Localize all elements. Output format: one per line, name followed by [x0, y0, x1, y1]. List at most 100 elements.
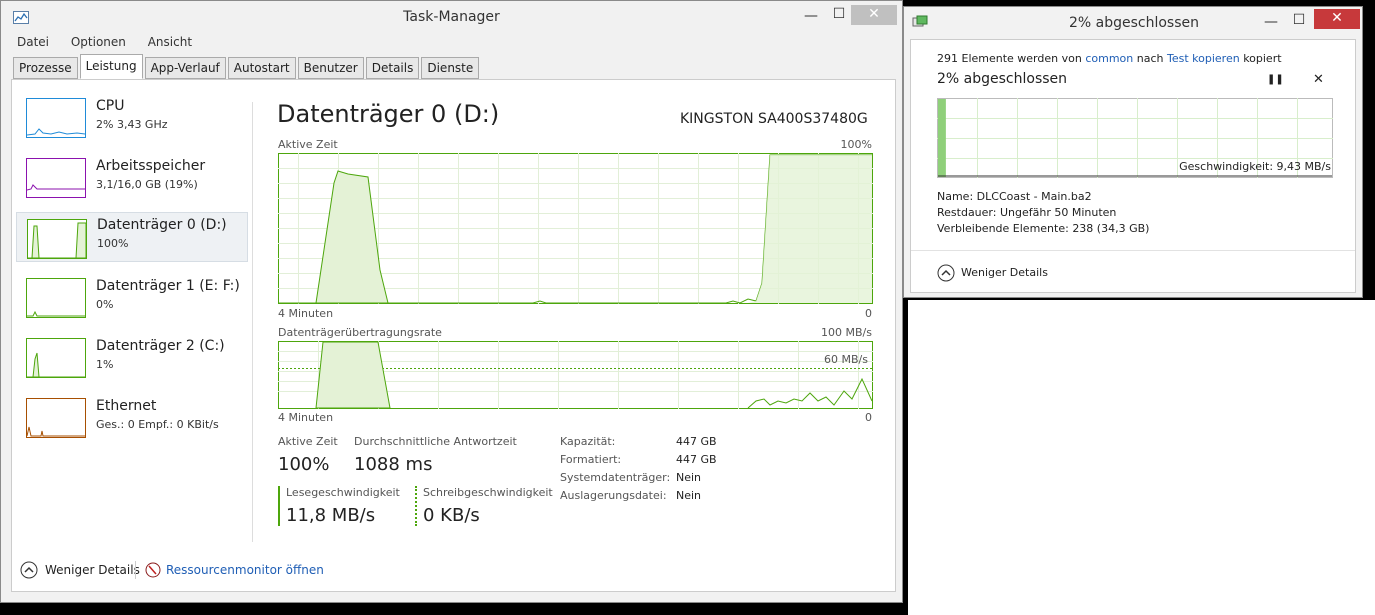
copy-desc-text: 291 Elemente werden von — [937, 52, 1082, 65]
window-title: Task-Manager — [403, 9, 500, 25]
chart1-time-right: 0 — [865, 307, 872, 320]
source-folder-link[interactable]: common — [1085, 52, 1133, 65]
chevron-up-icon[interactable] — [937, 264, 955, 282]
chart2-time-left: 4 Minuten — [278, 411, 334, 424]
file-name-label: Name: — [937, 190, 974, 203]
copy-progress-window: 2% abgeschlossen — ☐ ✕ 291 Elemente werd… — [903, 6, 1363, 298]
pause-button[interactable]: ❚❚ — [1267, 74, 1284, 85]
panel-title: Datenträger 0 (D:) — [277, 100, 500, 128]
maximize-button[interactable]: ☐ — [824, 4, 854, 24]
disk0-thumbnail-graph — [27, 219, 87, 259]
copy-speed: Geschwindigkeit: 9,43 MB/s — [1179, 160, 1331, 173]
cpu-thumbnail-graph — [26, 98, 86, 138]
fewer-details-button[interactable]: Weniger Details — [45, 563, 140, 577]
sidebar-item-value: 1% — [96, 358, 114, 371]
prop-value: Nein — [676, 489, 702, 502]
disk2-thumbnail-graph — [26, 338, 86, 378]
sidebar-item-label: Ethernet — [96, 398, 157, 414]
menu-optionen[interactable]: Optionen — [71, 35, 126, 49]
copy-maximize-button[interactable]: ☐ — [1284, 10, 1314, 30]
tab-autostart[interactable]: Autostart — [227, 57, 296, 79]
title-bar[interactable]: Task-Manager — ☐ ✕ — [1, 1, 902, 33]
cancel-button[interactable]: ✕ — [1313, 72, 1324, 87]
open-resource-monitor-link[interactable]: Ressourcenmonitor öffnen — [166, 563, 324, 577]
chevron-up-icon[interactable] — [20, 561, 38, 579]
sidebar-item-memory[interactable]: Arbeitsspeicher 3,1/16,0 GB (19%) — [16, 154, 246, 202]
prop-label: Formatiert: — [560, 453, 622, 466]
chart2-label: Datenträgerübertragungsrate — [278, 326, 442, 339]
response-time-value: 1088 ms — [354, 454, 433, 475]
prop-value: 447 GB — [676, 435, 717, 448]
sidebar-item-value: 2% 3,43 GHz — [96, 118, 168, 131]
chart2-max: 100 MB/s — [821, 326, 872, 339]
remaining-items-row: Verbleibende Elemente: 238 (34,3 GB) — [937, 222, 1149, 235]
sidebar-item-label: Datenträger 2 (C:) — [96, 338, 225, 354]
prop-value: Nein — [676, 471, 702, 484]
ethernet-thumbnail-graph — [26, 398, 86, 438]
active-time-value: 100% — [278, 454, 330, 475]
prop-label: Kapazität: — [560, 435, 616, 448]
tab-leistung[interactable]: Leistung — [79, 54, 143, 79]
file-name-row: Name: DLCCoast - Main.ba2 — [937, 190, 1092, 203]
copy-fewer-details-button[interactable]: Weniger Details — [961, 266, 1048, 279]
footer-separator — [135, 561, 136, 579]
sidebar-item-label: CPU — [96, 98, 125, 114]
chart1-time-left: 4 Minuten — [278, 307, 334, 320]
sidebar-item-label: Arbeitsspeicher — [96, 158, 206, 174]
copy-dialog-body: 291 Elemente werden von common nach Test… — [910, 39, 1356, 293]
sidebar-item-label: Datenträger 0 (D:) — [97, 217, 227, 233]
sidebar-item-disk-0[interactable]: Datenträger 0 (D:) 100% — [16, 212, 248, 262]
sidebar-divider — [252, 102, 253, 542]
remaining-time-value: Ungefähr 50 Minuten — [999, 206, 1117, 219]
minimize-button[interactable]: — — [796, 6, 826, 26]
task-manager-window: Task-Manager — ☐ ✕ Datei Optionen Ansich… — [0, 0, 903, 603]
sidebar-item-cpu[interactable]: CPU 2% 3,43 GHz — [16, 94, 246, 142]
read-indicator — [278, 486, 280, 526]
menu-datei[interactable]: Datei — [17, 35, 49, 49]
close-button[interactable]: ✕ — [851, 5, 897, 25]
write-speed-value: 0 KB/s — [423, 505, 480, 526]
copy-minimize-button[interactable]: — — [1256, 12, 1286, 32]
sidebar-item-value: 100% — [97, 237, 129, 250]
prop-label: Systemdatenträger: — [560, 471, 671, 484]
sidebar-item-ethernet[interactable]: Ethernet Ges.: 0 Empf.: 0 KBit/s — [16, 394, 246, 442]
tab-app-verlauf[interactable]: App-Verlauf — [144, 57, 226, 79]
memory-thumbnail-graph — [26, 158, 86, 198]
chart1-max: 100% — [840, 138, 872, 151]
response-time-label: Durchschnittliche Antwortzeit — [354, 435, 517, 448]
write-speed-label: Schreibgeschwindigkeit — [423, 486, 553, 499]
chart1-label: Aktive Zeit — [278, 138, 338, 151]
transfer-rate-graph — [278, 341, 873, 409]
read-speed-value: 11,8 MB/s — [286, 505, 376, 526]
tab-dienste[interactable]: Dienste — [421, 57, 480, 79]
copy-description: 291 Elemente werden von common nach Test… — [937, 52, 1282, 65]
sidebar-item-disk-1[interactable]: Datenträger 1 (E: F:) 0% — [16, 274, 246, 322]
sidebar-item-disk-2[interactable]: Datenträger 2 (C:) 1% — [16, 334, 246, 382]
copy-progress-fill — [938, 99, 946, 177]
tab-details[interactable]: Details — [365, 57, 420, 79]
sidebar-item-value: 3,1/16,0 GB (19%) — [96, 178, 198, 191]
resource-monitor-icon — [145, 562, 161, 578]
prop-label: Auslagerungsdatei: — [560, 489, 667, 502]
chart2-time-right: 0 — [865, 411, 872, 424]
chart2-mid: 60 MB/s — [824, 353, 868, 366]
active-time-graph — [278, 153, 873, 304]
disk1-thumbnail-graph — [26, 278, 86, 318]
progress-title: 2% abgeschlossen — [937, 71, 1068, 87]
sidebar-item-label: Datenträger 1 (E: F:) — [96, 278, 240, 294]
read-speed-label: Lesegeschwindigkeit — [286, 486, 400, 499]
target-folder-link[interactable]: Test kopieren — [1167, 52, 1240, 65]
file-name-value: DLCCoast - Main.ba2 — [976, 190, 1092, 203]
copy-close-button[interactable]: ✕ — [1314, 9, 1360, 29]
sidebar-item-value: 0% — [96, 298, 114, 311]
performance-content: CPU 2% 3,43 GHz Arbeitsspeicher 3,1/16,0… — [11, 79, 896, 592]
active-time-label: Aktive Zeit — [278, 435, 338, 448]
remaining-time-label: Restdauer: — [937, 206, 997, 219]
tab-prozesse[interactable]: Prozesse — [13, 57, 78, 79]
remaining-items-label: Verbleibende Elemente: — [937, 222, 1069, 235]
write-indicator — [415, 486, 417, 526]
remaining-items-value: 238 (34,3 GB) — [1072, 222, 1150, 235]
remaining-time-row: Restdauer: Ungefähr 50 Minuten — [937, 206, 1116, 219]
menu-ansicht[interactable]: Ansicht — [148, 35, 192, 49]
tab-benutzer[interactable]: Benutzer — [297, 57, 364, 79]
